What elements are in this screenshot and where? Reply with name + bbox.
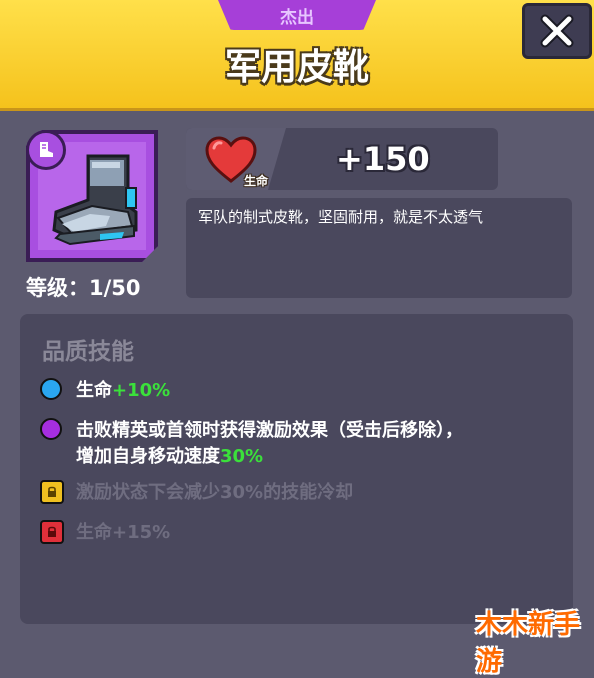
stat-label: 生命 [244, 174, 269, 188]
stat-icon: 生命 [204, 136, 274, 188]
skill-row-2: 击败精英或首领时获得激励效果（受击后移除）， 增加自身移动速度30% [40, 418, 560, 478]
skill-text-4: 生命+15% [76, 522, 171, 543]
skill-text-1: 生命+10% [76, 378, 170, 404]
purple-quality-dot-icon [40, 418, 64, 442]
rarity-label: 杰出 [280, 7, 314, 28]
skill-2-line2-prefix: 增加自身移动速度 [76, 446, 220, 467]
skill-row-4: 生命+15% [40, 520, 540, 546]
stat-box: 生命 +150 [186, 128, 498, 190]
rarity-tab: 杰出 [218, 0, 376, 30]
quality-skills-panel: 品质技能 生命+10% 击败精英或首领时获得激励效果（受击后移除）， 增加自身移… [20, 314, 573, 624]
item-title: 军用皮靴 [224, 47, 369, 88]
close-button[interactable] [522, 3, 592, 59]
boot-type-icon [40, 142, 53, 157]
item-type-badge [26, 130, 66, 170]
yellow-lock-icon [40, 480, 64, 504]
skill-1-highlight: +10% [112, 380, 171, 401]
description-box: 军队的制式皮靴，坚固耐用，就是不太透气 [186, 198, 572, 298]
skill-2-line1: 击败精英或首领时获得激励效果（受击后移除）， [76, 420, 463, 441]
skill-text-2: 击败精英或首领时获得激励效果（受击后移除）， 增加自身移动速度30% [76, 418, 463, 470]
skill-1-prefix: 生命 [76, 380, 112, 401]
stat-value: +150 [336, 140, 430, 178]
skill-row-1: 生命+10% [40, 378, 540, 404]
skills-title: 品质技能 [42, 339, 134, 365]
skill-2-highlight: 30% [220, 446, 264, 467]
red-lock-icon [40, 520, 64, 544]
watermark: 木木新手游 [476, 610, 581, 677]
close-icon [540, 14, 574, 48]
skill-text-3: 激励状态下会减少30%的技能冷却 [76, 482, 354, 503]
blue-quality-dot-icon [40, 378, 64, 402]
skill-row-3: 激励状态下会减少30%的技能冷却 [40, 480, 540, 506]
description-text: 军队的制式皮靴，坚固耐用，就是不太透气 [198, 208, 484, 226]
item-level: 等级：1/50 [26, 276, 141, 300]
